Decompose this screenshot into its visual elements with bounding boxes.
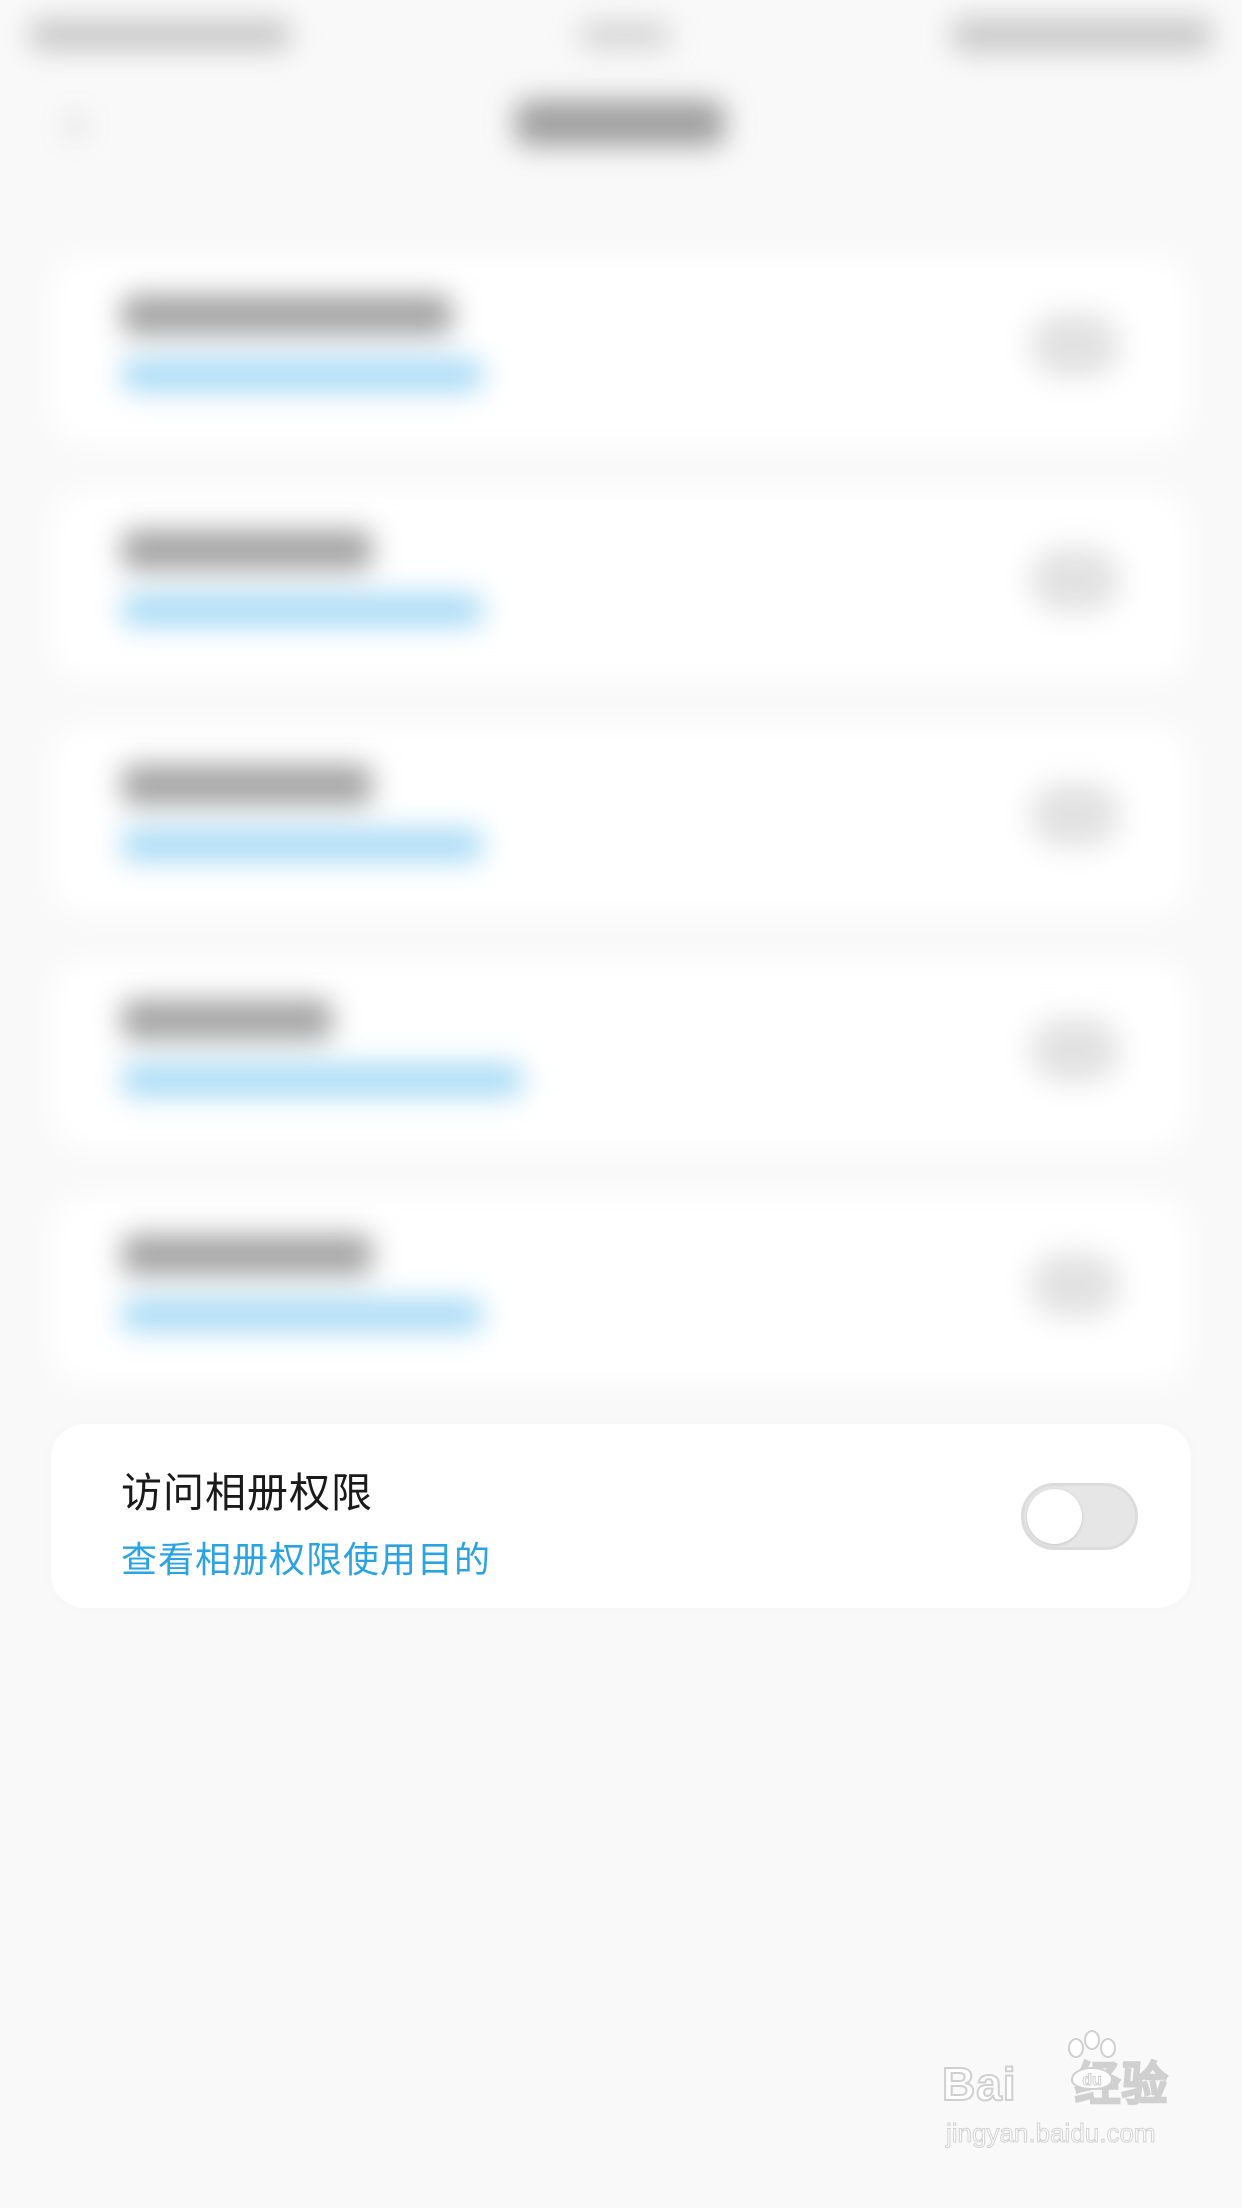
blurred-permission-card [50, 960, 1190, 1150]
blurred-title [122, 1000, 332, 1040]
blurred-switch [1030, 548, 1120, 612]
nav-bar: ‹ [0, 90, 1242, 160]
blurred-link [122, 359, 482, 391]
blurred-link [122, 1064, 522, 1096]
permission-purpose-link[interactable]: 查看相册权限使用目的 [121, 1539, 491, 1583]
status-left-placeholder [30, 20, 290, 50]
blurred-link [122, 1299, 482, 1331]
blurred-title [122, 1235, 372, 1275]
blurred-title [122, 530, 372, 570]
screen: ‹ 访问相册权限 查看相册权限使用目的 Bai 经验 du jingyan.ba… [0, 0, 1242, 2208]
blurred-permission-card [50, 490, 1190, 680]
blurred-title [122, 295, 452, 335]
blurred-permission-card [50, 725, 1190, 915]
watermark-url: jingyan.baidu.com [946, 2118, 1157, 2149]
nav-title-placeholder [515, 100, 725, 146]
blurred-switch [1030, 313, 1120, 377]
blurred-link [122, 829, 482, 861]
blurred-switch [1030, 1253, 1120, 1317]
status-right-placeholder [952, 18, 1212, 52]
status-bar [0, 14, 1242, 64]
toggle-knob [1027, 1489, 1082, 1544]
back-arrow-icon: ‹ [66, 99, 84, 150]
baidu-paw-icon: du [1068, 2030, 1116, 2090]
blurred-permission-card [50, 1195, 1190, 1385]
blurred-link [122, 594, 482, 626]
watermark-brand: Bai 经验 [941, 2057, 1169, 2111]
blurred-title [122, 765, 372, 805]
permission-title: 访问相册权限 [121, 1469, 373, 1517]
blurred-background: ‹ [0, 0, 1242, 2208]
blurred-switch [1030, 1018, 1120, 1082]
svg-text:du: du [1082, 2072, 1102, 2089]
status-center-placeholder [580, 22, 670, 48]
photo-permission-toggle[interactable] [1021, 1483, 1138, 1550]
baidu-watermark: Bai 经验 du jingyan.baidu.com [941, 2028, 1182, 2168]
blurred-switch [1030, 783, 1120, 847]
blurred-permission-card [50, 255, 1190, 445]
photo-permission-card: 访问相册权限 查看相册权限使用目的 [51, 1424, 1191, 1608]
